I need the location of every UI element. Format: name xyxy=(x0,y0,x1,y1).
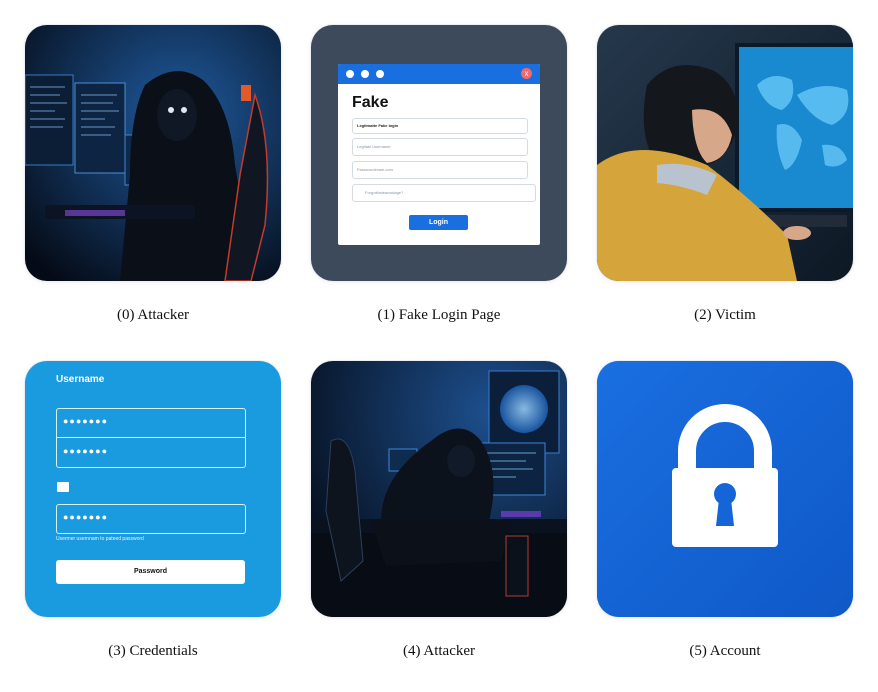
window-dot-icon xyxy=(361,70,369,78)
caption-credentials: (3) Credentials xyxy=(108,643,198,659)
fake-field-4: Forgotthsleacwdage? xyxy=(352,184,536,202)
hooded-attacker-icon xyxy=(311,361,567,617)
window-dot-icon xyxy=(376,70,384,78)
close-icon: x xyxy=(521,68,532,79)
caption-fake-login: (1) Fake Login Page xyxy=(377,307,501,323)
fake-browser-window: x Fake Legitmatte Fake login Legitabl Us… xyxy=(338,64,540,245)
caption-attacker-2: (4) Attacker xyxy=(402,643,476,659)
window-dot-icon xyxy=(346,70,354,78)
form-hint: Usermer usernnam to pateed password xyxy=(56,536,144,542)
fake-field-1: Legitmatte Fake login xyxy=(352,118,528,134)
panel-fake-login-image: x Fake Legitmatte Fake login Legitabl Us… xyxy=(311,25,567,281)
masked-password: ●●●●●●● xyxy=(63,446,109,456)
hooded-attacker-icon xyxy=(25,25,281,281)
credentials-form-icon: Username ●●●●●●● ●●●●●●● ●●●●●●● Usermer… xyxy=(25,361,281,617)
fake-field-3: Passwordexam.com xyxy=(352,161,528,179)
padlock-icon xyxy=(597,361,853,617)
caption-attacker: (0) Attacker xyxy=(116,307,190,323)
panel-victim-image xyxy=(597,25,853,281)
fake-page-title: Fake xyxy=(352,94,389,111)
browser-titlebar: x xyxy=(338,64,540,84)
credential-divider xyxy=(56,437,246,438)
victim-person-icon xyxy=(597,25,853,281)
fake-field-2: Legitabl Username xyxy=(352,138,528,156)
username-label: Username xyxy=(56,374,105,385)
panel-attacker-2-image xyxy=(311,361,567,617)
masked-username: ●●●●●●● xyxy=(63,416,109,426)
caption-victim: (2) Victim xyxy=(694,307,756,323)
checkbox xyxy=(57,482,69,492)
masked-confirm: ●●●●●●● xyxy=(63,512,109,522)
panel-attacker-image xyxy=(25,25,281,281)
password-button: Password xyxy=(56,560,245,584)
fake-login-button: Login xyxy=(409,215,468,230)
panel-account-image xyxy=(597,361,853,617)
panel-credentials-image: Username ●●●●●●● ●●●●●●● ●●●●●●● Usermer… xyxy=(25,361,281,617)
caption-account: (5) Account xyxy=(689,643,761,659)
